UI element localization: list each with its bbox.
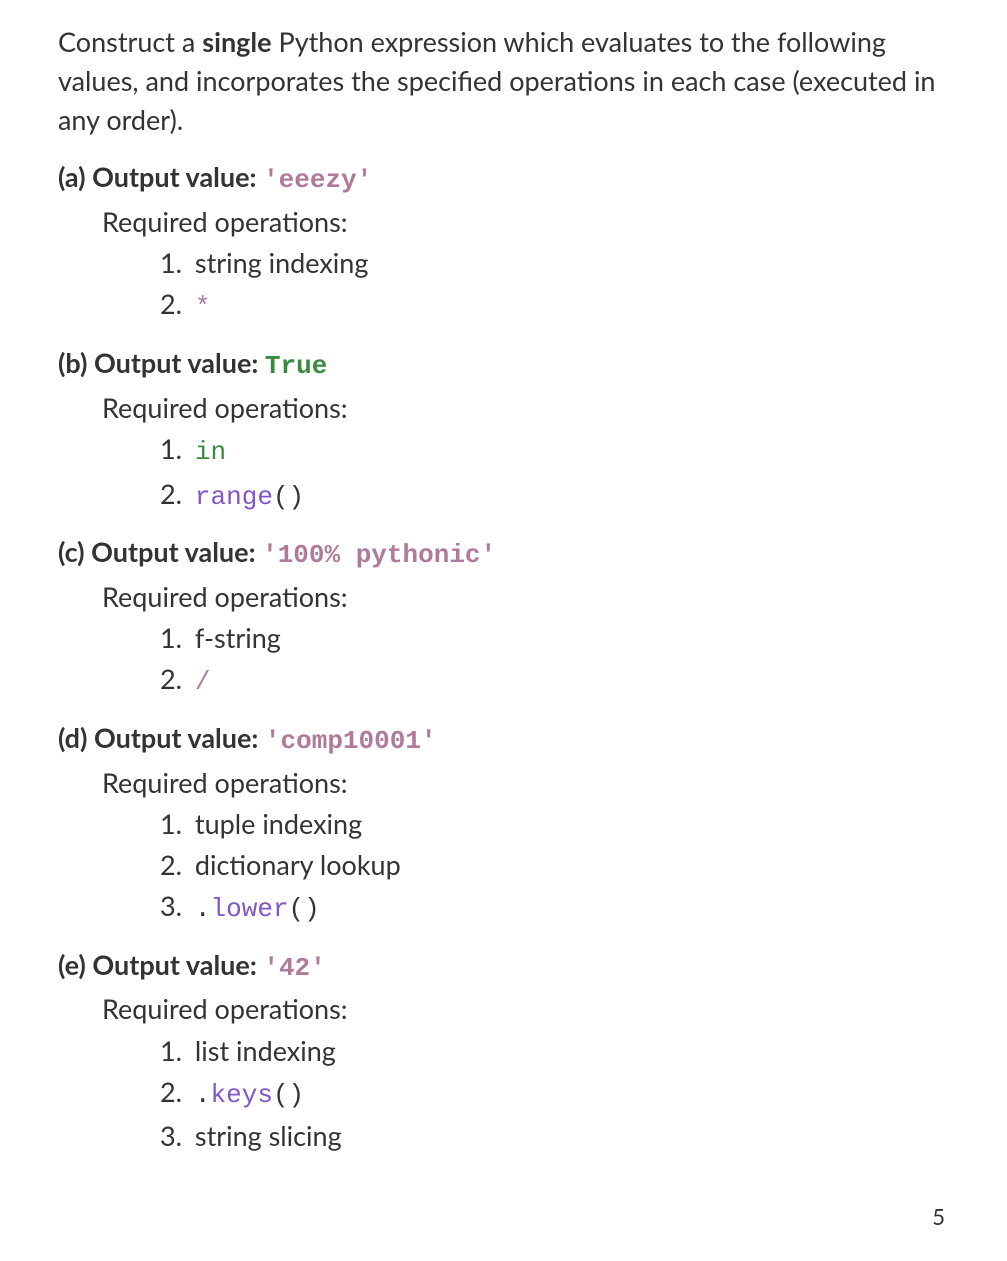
part-b-header: (b) Output value: True [58, 343, 949, 386]
part-a-op-2-code: * [195, 292, 211, 322]
output-value-label: Output value: [91, 535, 255, 568]
part-a-ops: 1. string indexing 2. * [160, 243, 949, 329]
part-e-label: (e) [58, 948, 86, 981]
page-number: 5 [932, 1201, 945, 1233]
output-value-label: Output value: [92, 160, 256, 193]
part-a: (a) Output value: 'eeezy' Required opera… [58, 157, 949, 329]
part-e-required-label: Required operations: [102, 989, 949, 1028]
output-value-label: Output value: [92, 948, 256, 981]
part-c-op-2-code: / [195, 667, 211, 697]
part-d: (d) Output value: 'comp10001' Required o… [58, 718, 949, 931]
output-value-label: Output value: [94, 721, 258, 754]
part-d-label: (d) [58, 721, 87, 754]
part-e-op-1: 1. list indexing [160, 1031, 949, 1072]
part-c-label: (c) [58, 535, 85, 568]
part-c-required-label: Required operations: [102, 577, 949, 616]
part-b-op-2: 2. range() [160, 474, 949, 519]
part-c-op-2: 2. / [160, 659, 949, 704]
part-e-op-3: 3. string slicing [160, 1116, 949, 1157]
part-b: (b) Output value: True Required operatio… [58, 343, 949, 518]
part-a-op-1: 1. string indexing [160, 243, 949, 284]
part-e: (e) Output value: '42' Required operatio… [58, 945, 949, 1158]
part-d-header: (d) Output value: 'comp10001' [58, 718, 949, 761]
intro-paragraph: Construct a single Python expression whi… [58, 22, 949, 139]
part-c-header: (c) Output value: '100% pythonic' [58, 532, 949, 575]
part-a-label: (a) [58, 160, 86, 193]
part-c-output-code: '100% pythonic' [262, 540, 496, 570]
part-a-required-label: Required operations: [102, 202, 949, 241]
part-e-op-2: 2. .keys() [160, 1072, 949, 1117]
part-c-op-1: 1. f-string [160, 618, 949, 659]
part-c-ops: 1. f-string 2. / [160, 618, 949, 704]
part-a-output-code: 'eeezy' [263, 165, 372, 195]
part-d-op-2: 2. dictionary lookup [160, 845, 949, 886]
part-b-label: (b) [58, 346, 87, 379]
part-a-op-2: 2. * [160, 284, 949, 329]
part-e-ops: 1. list indexing 2. .keys() 3. string sl… [160, 1031, 949, 1158]
part-b-required-label: Required operations: [102, 388, 949, 427]
part-e-op-2-code: .keys() [195, 1080, 304, 1110]
part-a-header: (a) Output value: 'eeezy' [58, 157, 949, 200]
part-d-required-label: Required operations: [102, 763, 949, 802]
part-d-op-1: 1. tuple indexing [160, 804, 949, 845]
part-b-op-1-code: in [195, 437, 226, 467]
output-value-label: Output value: [94, 346, 258, 379]
part-b-ops: 1. in 2. range() [160, 429, 949, 518]
page: Construct a single Python expression whi… [0, 0, 1007, 1261]
part-b-output-code: True [265, 351, 327, 381]
part-d-ops: 1. tuple indexing 2. dictionary lookup 3… [160, 804, 949, 931]
part-d-output-code: 'comp10001' [265, 726, 437, 756]
intro-pre: Construct a [58, 25, 202, 58]
part-d-op-3-code: .lower() [195, 894, 320, 924]
part-b-op-2-code: range() [195, 482, 304, 512]
part-e-output-code: '42' [263, 953, 325, 983]
part-e-header: (e) Output value: '42' [58, 945, 949, 988]
part-c: (c) Output value: '100% pythonic' Requir… [58, 532, 949, 704]
intro-bold: single [202, 25, 271, 58]
part-d-op-3: 3. .lower() [160, 886, 949, 931]
part-b-op-1: 1. in [160, 429, 949, 474]
